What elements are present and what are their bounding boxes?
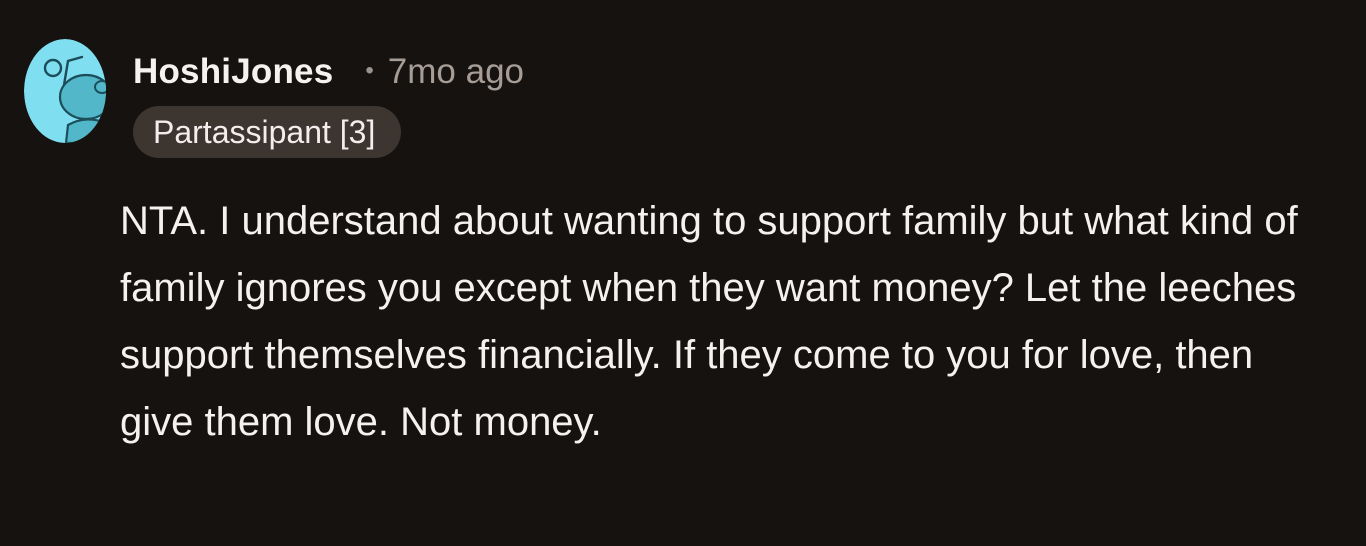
meta-separator: • [365,57,374,84]
comment-meta: HoshiJones • 7mo ago [133,50,524,94]
avatar[interactable] [24,39,106,143]
comment: HoshiJones • 7mo ago Partassipant [3] NT… [0,0,1366,546]
timestamp[interactable]: 7mo ago [388,52,524,92]
user-flair-badge: Partassipant [3] [133,106,402,158]
comment-body: NTA. I understand about wanting to suppo… [120,199,1298,444]
snoo-avatar-icon [24,39,106,143]
username-link[interactable]: HoshiJones [133,52,333,92]
user-flair-label: Partassipant [3] [153,113,376,150]
